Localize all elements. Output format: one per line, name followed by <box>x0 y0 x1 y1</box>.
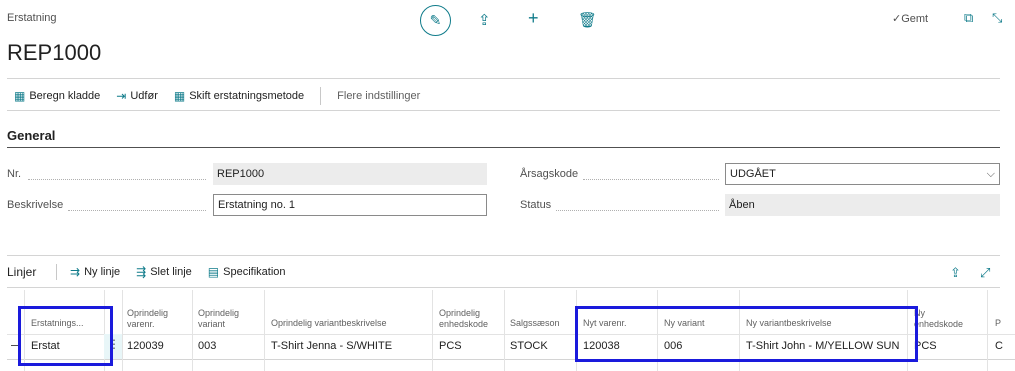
beskrivelse-input[interactable]: Erstatning no. 1 <box>213 194 487 216</box>
switch-icon: ▦ <box>173 89 186 103</box>
saved-label: Gemt <box>901 13 929 25</box>
col-line <box>122 290 123 371</box>
header-line: Oprindelig <box>439 308 481 318</box>
header-line: varenr. <box>127 319 155 329</box>
col-line <box>432 290 433 371</box>
header-line: Oprindelig <box>198 308 240 318</box>
lines-table: ⋮ Erstatnings... Oprindelig varenr. Oprin… <box>7 290 1015 371</box>
delete-line-button[interactable]: ⇶ Slet linje <box>136 265 192 279</box>
nr-label: Nr. <box>7 168 22 180</box>
share-icon[interactable]: ⇪ <box>950 265 961 281</box>
chevron-down-icon: ⌵ <box>986 167 995 180</box>
divider <box>7 287 1000 288</box>
new-line-icon: ⇉ <box>70 265 81 279</box>
col-header-salgssaeson[interactable]: Salgssæson <box>510 318 560 329</box>
calculate-icon: ▦ <box>14 89 26 103</box>
arsagskode-select[interactable]: UDGÅET ⌵ <box>725 163 1000 185</box>
header-line: Oprindelig <box>127 308 169 318</box>
col-line <box>987 290 988 371</box>
lines-action-bar: ⇉ Ny linje ⇶ Slet linje ▤ Specifikation <box>70 265 302 279</box>
divider <box>7 110 1000 111</box>
col-header-ny-enhed[interactable]: Ny enhedskode <box>914 308 963 330</box>
lines-title[interactable]: Linjer <box>7 265 36 279</box>
open-new-window-icon[interactable]: ⧉ <box>964 10 973 26</box>
delete-icon[interactable]: 🗑 <box>578 11 597 29</box>
beregn-kladde-button[interactable]: ▦ Beregn kladde <box>14 89 100 103</box>
cell-opr-variantbeskr[interactable]: T-Shirt Jenna - S/WHITE <box>271 340 392 352</box>
nr-field: REP1000 <box>213 163 487 185</box>
highlight-box-right <box>575 306 918 362</box>
saved-status: ✓Gemt <box>892 12 928 25</box>
arsagskode-label: Årsagskode <box>520 168 579 180</box>
status-field: Åben <box>725 194 1000 216</box>
header-line: variant <box>198 319 226 329</box>
col-header-opr-enhed[interactable]: Oprindelig enhedskode <box>439 308 488 330</box>
col-header-opr-varenr[interactable]: Oprindelig varenr. <box>127 308 168 330</box>
dotted-leader <box>68 209 206 211</box>
page-title: REP1000 <box>7 40 102 65</box>
highlight-box-left <box>18 306 113 366</box>
dotted-leader <box>583 178 719 180</box>
arsagskode-value: UDGÅET <box>730 168 776 180</box>
specification-icon: ▤ <box>207 265 220 279</box>
new-line-label: Ny linje <box>84 266 121 278</box>
col-line <box>192 290 193 371</box>
execute-icon: ⇥ <box>116 89 127 103</box>
divider <box>7 255 1000 256</box>
skift-metode-label: Skift erstatningsmetode <box>189 90 305 102</box>
action-separator <box>320 87 322 105</box>
check-icon: ✓ <box>892 13 902 25</box>
status-label: Status <box>520 199 552 211</box>
header-line: Ny <box>914 308 925 318</box>
more-options-label: Flere indstillinger <box>337 90 421 102</box>
beskrivelse-label: Beskrivelse <box>7 199 64 211</box>
edit-button[interactable]: ✎ <box>420 5 451 36</box>
new-line-button[interactable]: ⇉ Ny linje <box>70 265 120 279</box>
udfor-button[interactable]: ⇥ Udfør <box>116 89 158 103</box>
col-header-opr-variantbeskr[interactable]: Oprindelig variantbeskrivelse <box>271 318 387 329</box>
col-header-opr-variant[interactable]: Oprindelig variant <box>198 308 239 330</box>
header-line: enhedskode <box>914 319 964 329</box>
header-line: enhedskode <box>439 319 489 329</box>
udfor-label: Udfør <box>130 90 158 102</box>
divider <box>7 78 1000 79</box>
collapse-icon[interactable]: ⤡ <box>992 10 1002 26</box>
col-line <box>264 290 265 371</box>
add-icon[interactable]: + <box>528 8 539 29</box>
section-underline <box>7 147 1000 148</box>
specification-button[interactable]: ▤ Specifikation <box>208 265 286 279</box>
skift-metode-button[interactable]: ▦ Skift erstatningsmetode <box>174 89 304 103</box>
specification-label: Specifikation <box>223 266 286 278</box>
cell-salgssaeson[interactable]: STOCK <box>510 340 548 352</box>
pencil-icon: ✎ <box>429 12 442 28</box>
cell-opr-enhed[interactable]: PCS <box>439 340 462 352</box>
cell-opr-varenr[interactable]: 120039 <box>127 340 164 352</box>
col-line <box>504 290 505 371</box>
breadcrumb: Erstatning <box>7 12 57 24</box>
action-bar: ▦ Beregn kladde ⇥ Udfør ▦ Skift erstatnings… <box>14 87 436 105</box>
section-title-general[interactable]: General <box>7 128 55 143</box>
dotted-leader <box>28 178 206 180</box>
lines-separator <box>56 264 57 280</box>
delete-line-label: Slet linje <box>150 266 192 278</box>
cell-cut[interactable]: C <box>995 340 1003 352</box>
share-icon[interactable]: ⇪ <box>478 11 491 29</box>
dotted-leader <box>556 209 719 211</box>
expand-icon[interactable]: ⤢ <box>980 265 990 281</box>
more-options-button[interactable]: Flere indstillinger <box>337 90 420 102</box>
beregn-kladde-label: Beregn kladde <box>29 90 101 102</box>
col-header-cut[interactable]: P <box>995 318 1001 329</box>
delete-line-icon: ⇶ <box>136 265 147 279</box>
cell-opr-variant[interactable]: 003 <box>198 340 216 352</box>
